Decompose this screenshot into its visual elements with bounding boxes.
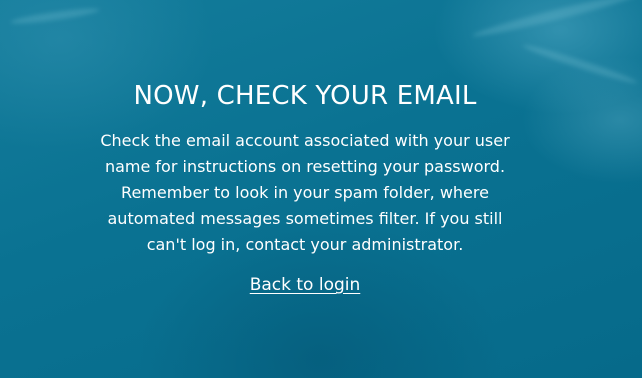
message-line: automated messages sometimes filter. If … bbox=[107, 209, 503, 228]
back-to-login-link[interactable]: Back to login bbox=[250, 274, 361, 296]
message-line: Check the email account associated with … bbox=[100, 131, 510, 150]
instructions-message: Check the email account associated with … bbox=[70, 128, 540, 258]
reset-confirmation-panel: NOW, CHECK YOUR EMAIL Check the email ac… bbox=[70, 0, 540, 296]
message-line: name for instructions on resetting your … bbox=[104, 157, 506, 176]
page-title: NOW, CHECK YOUR EMAIL bbox=[133, 81, 477, 111]
message-line: can't log in, contact your administrator… bbox=[146, 235, 464, 254]
message-line: Remember to look in your spam folder, wh… bbox=[121, 183, 489, 202]
